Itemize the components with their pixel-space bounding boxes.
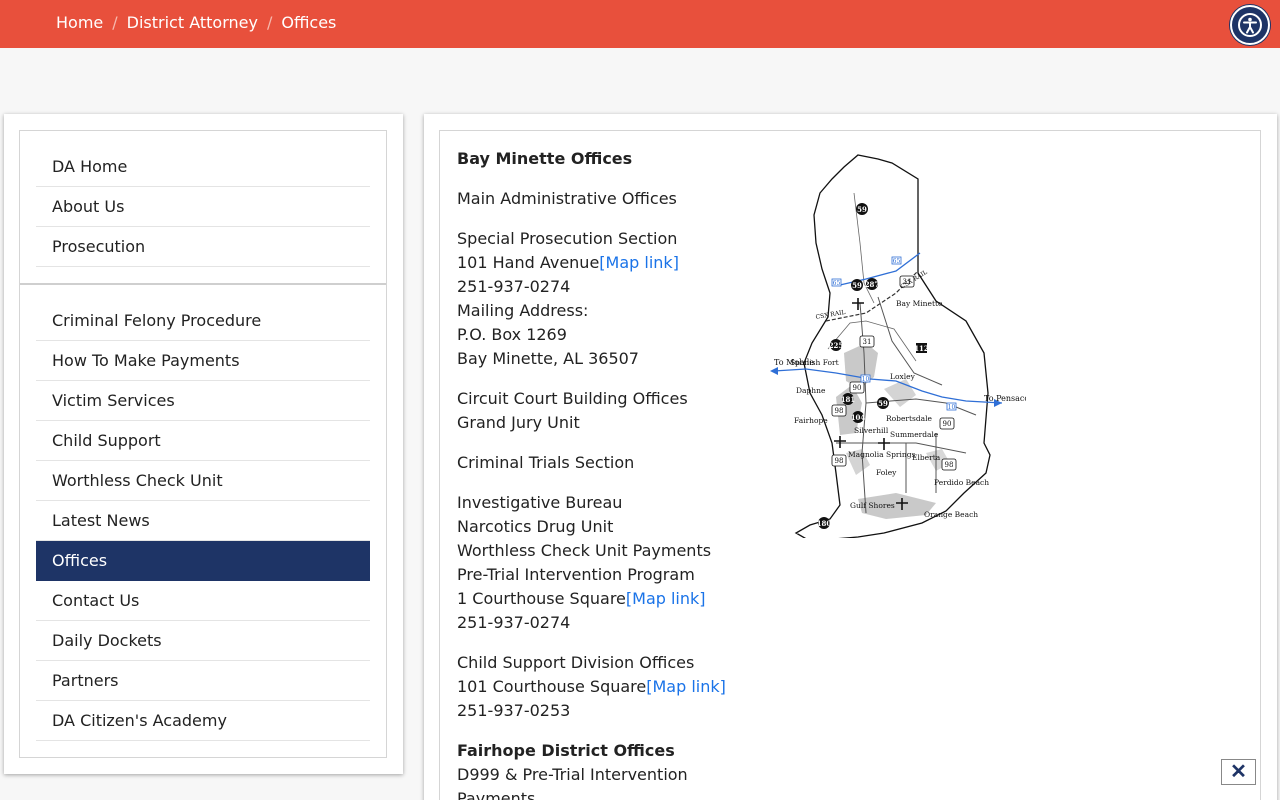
criminal-trials-section: Criminal Trials Section [457,453,635,472]
mailing-po-box: P.O. Box 1269 [457,325,567,344]
breadcrumb-separator: / [266,13,273,32]
svg-text:112: 112 [914,344,929,353]
map-town-label: Perdido Beach [934,478,989,487]
breadcrumb-home-link[interactable]: Home [56,13,103,32]
svg-text:104: 104 [851,413,866,422]
svg-text:65: 65 [833,280,841,287]
map-town-label: Loxley [890,372,916,381]
special-prosecution-phone: 251-937-0274 [457,277,571,296]
sidebar-item-da-home[interactable]: DA Home [36,147,370,187]
svg-text:65: 65 [893,258,901,265]
sidebar-item-child-support[interactable]: Child Support [36,421,370,461]
breadcrumb: Home / District Attorney / Offices [56,13,336,32]
svg-text:225: 225 [829,341,844,350]
circuit-court-offices: Circuit Court Building Offices [457,389,688,408]
sidebar-item-partners[interactable]: Partners [36,661,370,701]
map-town-label: Daphne [796,386,826,395]
sidebar-item-daily-dockets[interactable]: Daily Dockets [36,621,370,661]
sidebar-nav: DA Home About Us Prosecution Criminal Fe… [19,130,387,758]
mailing-city: Bay Minette, AL 36507 [457,349,639,368]
sidebar-item-worthless-check-unit[interactable]: Worthless Check Unit [36,461,370,501]
map-arrow-label: To Pensacola [984,394,1026,403]
map-town-label: Silverhill [854,426,889,435]
sidebar-item-prosecution[interactable]: Prosecution [36,227,370,267]
narcotics-drug-unit: Narcotics Drug Unit [457,517,614,536]
child-support-address: 101 Courthouse Square [457,677,647,696]
sidebar-item-contact-us[interactable]: Contact Us [36,581,370,621]
fairhope-heading: Fairhope District Offices [457,741,675,760]
child-support-offices: Child Support Division Offices [457,653,695,672]
top-header-bar: Home / District Attorney / Offices [0,0,1280,48]
svg-text:287: 287 [865,280,880,289]
worthless-check-payments: Worthless Check Unit Payments [457,541,712,560]
sidebar-item-about-us[interactable]: About Us [36,187,370,227]
sidebar-item-offices[interactable]: Offices [36,541,370,581]
svg-text:31: 31 [863,338,872,346]
special-prosecution-address-line: 101 Hand Avenue[Map link] [457,251,767,275]
map-town-label: Fairhope [794,416,828,425]
svg-text:90: 90 [853,384,862,392]
grand-jury-unit: Grand Jury Unit [457,413,580,432]
svg-text:59: 59 [857,205,867,214]
svg-text:180: 180 [817,519,832,528]
svg-text:90: 90 [943,420,952,428]
breadcrumb-separator: / [112,13,118,32]
bay-minette-heading: Bay Minette Offices [457,149,633,168]
svg-text:98: 98 [945,461,954,469]
offices-text: Bay Minette Offices Main Administrative … [457,147,767,800]
child-support-phone: 251-937-0253 [457,701,571,720]
map-town-label: Magnolia Springs [848,450,916,459]
sidebar-item-da-citizens-academy[interactable]: DA Citizen's Academy [36,701,370,741]
baldwin-county-map: 59 59 287 225 181 59 104 180 112 31 31 9… [770,154,1026,538]
map-town-label: Orange Beach [924,510,978,519]
map-town-label: Summerdale [890,430,939,439]
sidebar-group-sections: Criminal Felony Procedure How To Make Pa… [36,301,370,741]
sidebar-divider [20,283,386,285]
investigative-bureau: Investigative Bureau [457,493,623,512]
map-town-label: Elberta [912,453,941,462]
sidebar-card: DA Home About Us Prosecution Criminal Fe… [4,114,403,774]
svg-text:59: 59 [878,399,888,408]
courthouse-phone: 251-937-0274 [457,613,571,632]
svg-text:98: 98 [835,407,844,415]
map-town-label: Gulf Shores [850,501,895,510]
map-town-label: Bay Minette [896,299,943,308]
sidebar-item-criminal-felony-procedure[interactable]: Criminal Felony Procedure [36,301,370,341]
svg-text:10: 10 [862,376,870,383]
sidebar-item-how-to-make-payments[interactable]: How To Make Payments [36,341,370,381]
map-link-hand-avenue[interactable]: [Map link] [599,253,679,272]
fairhope-line-1: D999 & Pre-Trial Intervention [457,765,688,784]
fairhope-line-2: Payments [457,789,536,800]
sidebar-item-victim-services[interactable]: Victim Services [36,381,370,421]
courthouse-address: 1 Courthouse Square [457,589,626,608]
courthouse-address-line: 1 Courthouse Square[Map link] [457,587,767,611]
breadcrumb-district-attorney-link[interactable]: District Attorney [127,13,258,32]
map-town-label: Robertsdale [886,414,933,423]
accessibility-icon [1238,13,1262,37]
map-link-courthouse-square[interactable]: [Map link] [626,589,706,608]
svg-text:59: 59 [852,281,862,290]
pretrial-intervention-program: Pre-Trial Intervention Program [457,565,695,584]
svg-text:98: 98 [835,457,844,465]
map-town-label: Foley [876,468,897,477]
breadcrumb-current-page: Offices [281,13,337,32]
special-prosecution-address: 101 Hand Avenue [457,253,600,272]
offices-panel: Bay Minette Offices Main Administrative … [439,130,1261,800]
special-prosecution-section: Special Prosecution Section [457,229,678,248]
close-button[interactable]: ✕ [1221,759,1256,785]
map-link-child-support[interactable]: [Map link] [646,677,726,696]
map-arrow-label: To Mobile [774,358,814,367]
mailing-address-label: Mailing Address: [457,301,589,320]
child-support-address-line: 101 Courthouse Square[Map link] [457,675,767,699]
svg-text:10: 10 [948,404,956,411]
svg-text:181: 181 [841,395,856,404]
main-admin-offices: Main Administrative Offices [457,189,677,208]
sidebar-item-latest-news[interactable]: Latest News [36,501,370,541]
accessibility-button[interactable] [1230,5,1270,45]
main-content-card: Bay Minette Offices Main Administrative … [424,114,1277,800]
sidebar-group-main: DA Home About Us Prosecution [36,147,370,267]
